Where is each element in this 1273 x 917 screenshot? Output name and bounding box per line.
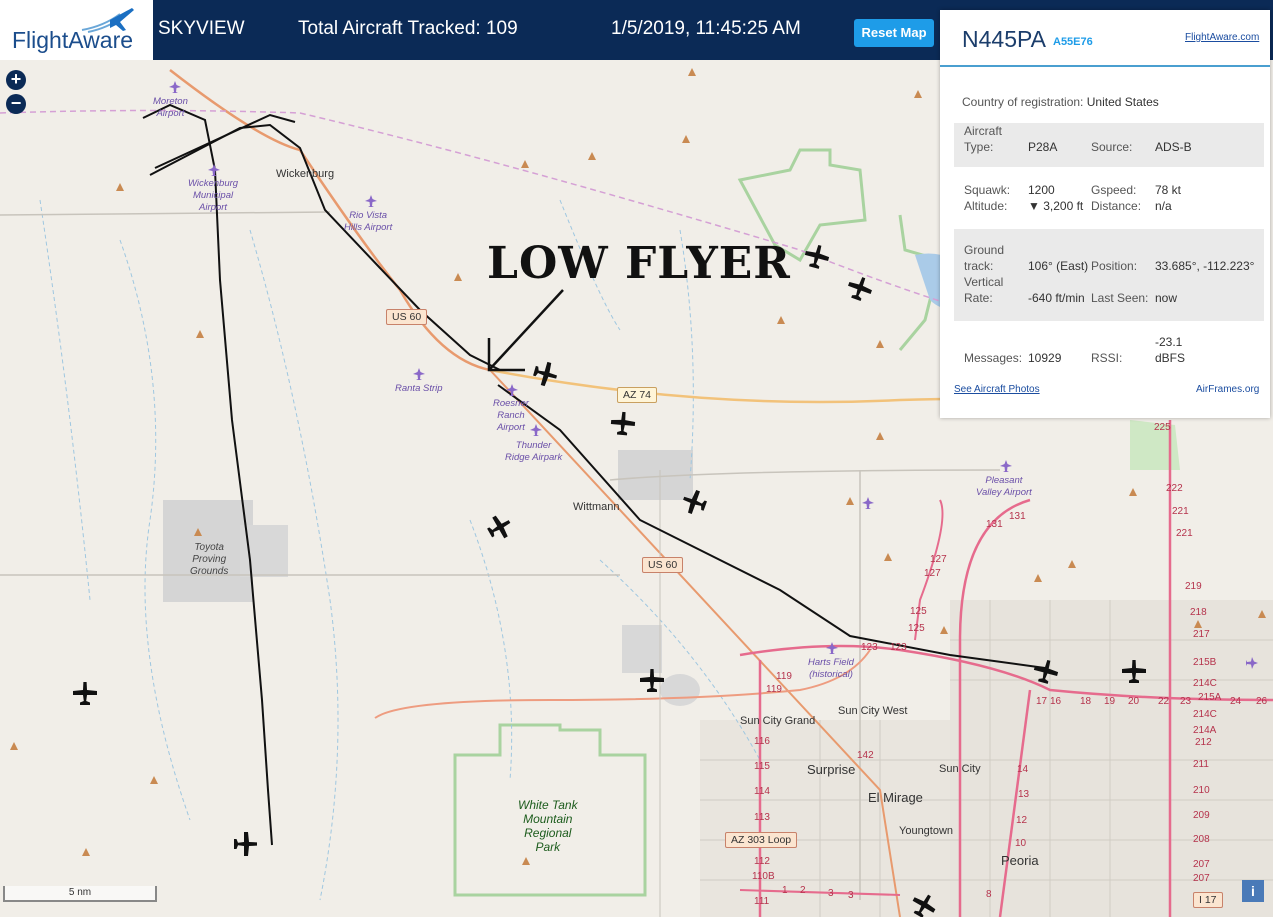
country-label: Country of registration: [962,95,1084,109]
aircraft-marker[interactable] [640,669,664,692]
messages-value: 10929 [1028,351,1062,365]
altitude-label: Altitude: [964,199,1008,213]
logo-text: FlightAware [12,27,134,53]
aircraft-selected[interactable] [531,359,560,389]
map-scale-bar: 5 nm [3,886,157,902]
reset-map-button[interactable]: Reset Map [854,19,934,47]
messages-label: Messages: [964,351,1023,365]
aircraft-marker[interactable] [73,682,97,705]
panel-header: N445PA A55E76 FlightAware.com [940,10,1270,67]
squawk-label: Squawk: [964,183,1011,197]
vrate-label: Vertical Rate: [964,275,1004,305]
gspeed-label: Gspeed: [1091,183,1137,197]
position-label: Position: [1091,259,1138,273]
rssi-label: RSSI: [1091,351,1123,365]
flightaware-logo[interactable]: FlightAware [0,0,153,60]
aircraft-info-panel: N445PA A55E76 FlightAware.com Country of… [940,10,1270,418]
aircraft-marker[interactable] [679,486,710,518]
squawk-value: 1200 [1028,183,1055,197]
lastseen-value: now [1155,291,1178,305]
track-label: Ground track: [964,243,1005,273]
aircraft-photos-link[interactable]: See Aircraft Photos [954,384,1040,395]
aircraft-marker[interactable] [609,410,636,437]
aircraft-marker[interactable] [907,889,940,917]
rssi-value: -23.1 dBFS [1155,335,1186,365]
type-label: Aircraft Type: [964,124,1003,154]
app-name: SKYVIEW [158,18,245,39]
altitude-value: ▼ 3,200 ft [1028,199,1084,213]
map-info-button[interactable]: i [1242,880,1264,902]
aircraft-marker[interactable] [234,832,257,856]
tail-number: N445PA [962,26,1046,52]
aircraft-marker[interactable] [1122,660,1146,683]
source-value: ADS-B [1155,140,1192,154]
aircraft-marker[interactable] [483,511,516,544]
vrate-value: -640 ft/min [1028,291,1085,305]
distance-label: Distance: [1091,199,1142,213]
airframes-link[interactable]: AirFrames.org [1196,384,1259,395]
position-value: 33.685°, -112.223° [1155,259,1255,273]
aircraft-marker[interactable] [802,242,832,271]
aircraft-marker[interactable] [1031,657,1061,686]
distance-value: n/a [1155,199,1172,213]
datetime-display: 1/5/2019, 11:45:25 AM [611,18,801,39]
hex-code: A55E76 [1053,36,1093,48]
aircraft-marker[interactable] [844,273,876,304]
gspeed-value: 78 kt [1155,183,1182,197]
flightaware-link[interactable]: FlightAware.com [1185,32,1259,43]
lastseen-label: Last Seen: [1091,291,1149,305]
type-value: P28A [1028,140,1058,154]
country-value: United States [1086,95,1159,109]
source-label: Source: [1091,140,1133,154]
country-row: Country of registration: United States [962,94,1159,110]
track-value: 106° (East) [1028,259,1089,273]
aircraft-tracked-count: Total Aircraft Tracked: 109 [298,18,518,39]
